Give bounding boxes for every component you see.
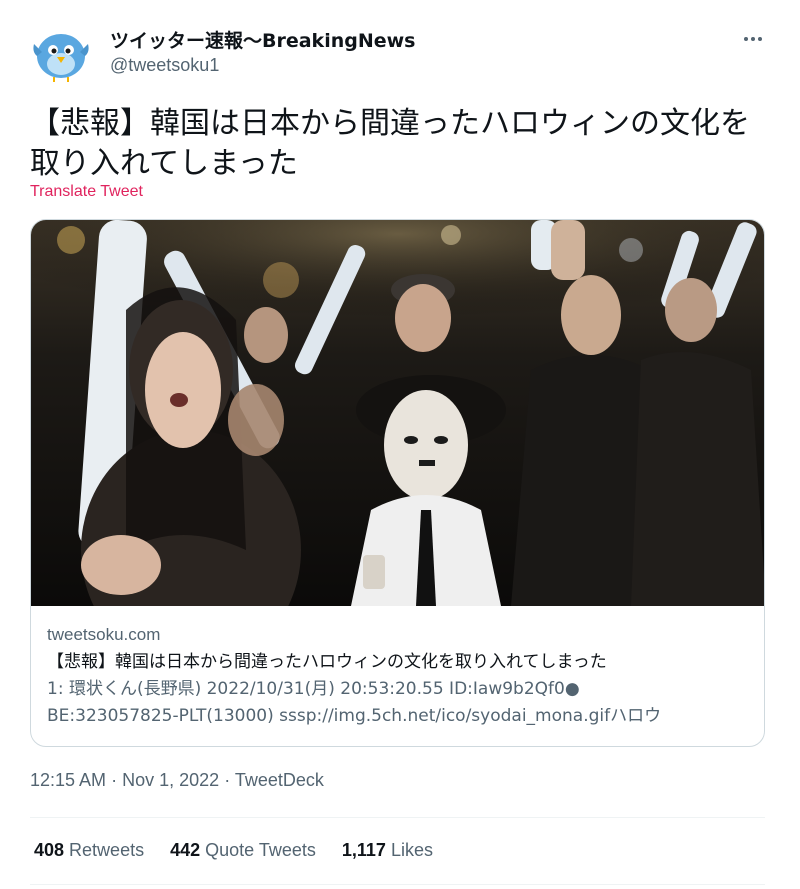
more-options-button[interactable] bbox=[738, 28, 768, 50]
author-handle[interactable]: @tweetsoku1 bbox=[110, 55, 219, 76]
more-options-icon-dot bbox=[758, 37, 762, 41]
likes-stat[interactable]: 1,117 Likes bbox=[342, 840, 433, 861]
quote-tweets-label: Quote Tweets bbox=[205, 840, 316, 860]
quote-tweets-count: 442 bbox=[170, 840, 201, 860]
translate-tweet-link[interactable]: Translate Tweet bbox=[30, 183, 143, 201]
likes-count: 1,117 bbox=[341, 840, 386, 860]
tweet-date[interactable]: Nov 1, 2022 bbox=[122, 770, 219, 790]
retweets-count: 408 bbox=[34, 840, 65, 860]
retweets-stat[interactable]: 408 Retweets bbox=[34, 840, 144, 861]
card-image bbox=[31, 220, 764, 606]
tweet-source[interactable]: TweetDeck bbox=[235, 770, 324, 790]
likes-label: Likes bbox=[390, 840, 433, 860]
card-description-line-2: BE:323057825-PLT(13000) sssp://img.5ch.n… bbox=[47, 706, 662, 726]
tweet-stats: 408 Retweets 442 Quote Tweets 1,117 Likes bbox=[34, 840, 433, 861]
more-options-icon-dot bbox=[751, 37, 755, 41]
divider bbox=[30, 817, 765, 818]
tweet-text: 【悲報】韓国は日本から間違ったハロウィンの文化を取り入れてしまった bbox=[30, 106, 750, 181]
meta-separator: · bbox=[224, 770, 231, 790]
tweet-time[interactable]: 12:15 AM bbox=[30, 770, 106, 790]
author-display-name[interactable]: ツイッター速報〜BreakingNews bbox=[110, 26, 416, 53]
retweets-label: Retweets bbox=[69, 840, 145, 860]
card-description-line-1: 1: 環状くん(長野県) 2022/10/31(月) 20:53:20.55 I… bbox=[47, 679, 580, 699]
card-domain: tweetsoku.com bbox=[47, 625, 161, 644]
divider bbox=[30, 884, 765, 885]
meta-separator: · bbox=[111, 770, 118, 790]
tweet: ツイッター速報〜BreakingNews @tweetsoku1 【悲報】韓国は… bbox=[0, 0, 800, 889]
tweet-meta: 12:15 AM · Nov 1, 2022 · TweetDeck bbox=[30, 770, 324, 791]
quote-tweets-stat[interactable]: 442 Quote Tweets bbox=[170, 840, 316, 861]
card-title: 【悲報】韓国は日本から間違ったハロウィンの文化を取り入れてしまった bbox=[47, 652, 607, 672]
card-body: tweetsoku.com 【悲報】韓国は日本から間違ったハロウィンの文化を取り… bbox=[47, 622, 747, 730]
avatar[interactable] bbox=[30, 22, 92, 84]
link-card[interactable]: tweetsoku.com 【悲報】韓国は日本から間違ったハロウィンの文化を取り… bbox=[30, 219, 765, 747]
more-options-icon bbox=[744, 37, 748, 41]
